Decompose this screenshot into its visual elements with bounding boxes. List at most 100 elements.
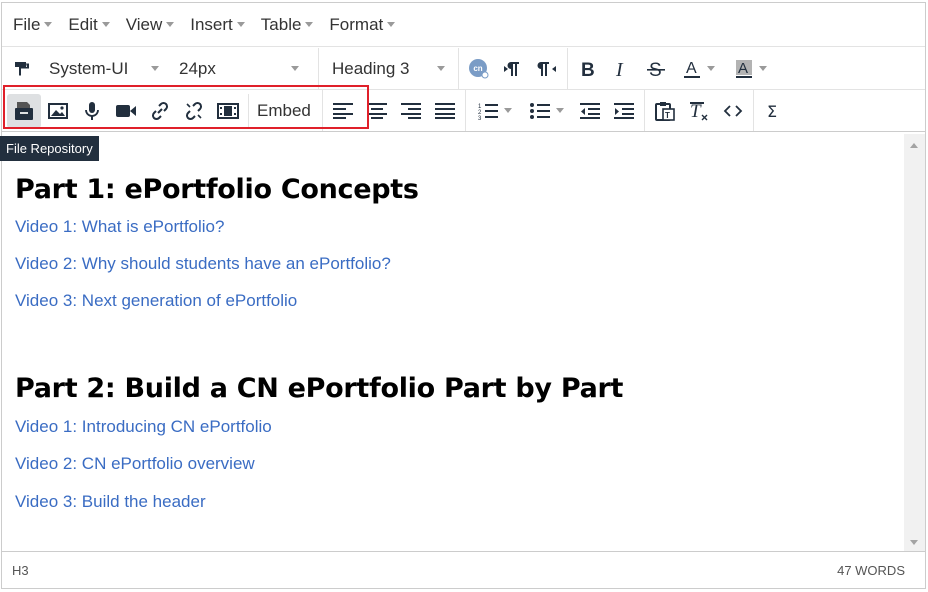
source-code-button[interactable] [716,94,750,128]
insert-media-group: Embed [2,90,323,131]
svg-text:A: A [686,60,697,77]
ltr-button[interactable] [496,52,530,86]
vertical-scrollbar[interactable] [904,134,925,551]
block-format-select[interactable]: Heading 3 [322,52,455,86]
indent-button[interactable] [607,94,641,128]
insert-image-button[interactable] [41,94,75,128]
chevron-down-icon [503,108,512,113]
numbered-list-button[interactable]: 123 [469,94,521,128]
svg-text:T: T [665,111,670,120]
image-icon [48,102,68,119]
video-link[interactable]: Video 3: Build the header [15,492,904,512]
math-group: Σ [754,90,794,131]
align-center-icon [366,102,387,119]
list-group: 123 [466,90,645,131]
align-justify-button[interactable] [428,94,462,128]
direction-group: cn [459,48,568,89]
svg-text:cn: cn [473,64,482,73]
link-icon [151,101,169,120]
italic-button[interactable]: I [605,52,639,86]
format-painter-button[interactable] [5,52,39,86]
right-to-left-icon [537,61,556,76]
menu-view[interactable]: View [118,9,183,41]
unlink-button[interactable] [177,94,211,128]
video-link[interactable]: Video 1: What is ePortfolio? [15,217,904,237]
strikethrough-button[interactable]: S [639,52,673,86]
chevron-down-icon [387,22,396,27]
rtl-button[interactable] [530,52,564,86]
editor-content[interactable]: Part 1: ePortfolio Concepts Video 1: Wha… [2,134,904,551]
numbered-list-icon: 123 [478,103,498,120]
paste-text-button[interactable]: T [648,94,682,128]
italic-icon: I [615,60,624,78]
bold-icon: B [581,60,595,78]
file-repository-button[interactable] [7,93,41,128]
font-family-select[interactable]: System-UI [39,52,169,86]
menu-format-label: Format [329,14,384,34]
svg-text:B: B [581,60,595,78]
insert-video-button[interactable] [109,94,143,128]
svg-text:I: I [615,60,624,78]
unlink-icon [185,101,203,120]
cn-plugin-button[interactable]: cn [462,52,496,86]
chevron-down-icon [236,22,245,27]
clipboard-group: T T [645,90,754,131]
scroll-up-arrow-icon[interactable] [910,143,918,148]
font-size-select[interactable]: 24px [169,52,309,86]
video-link[interactable]: Video 1: Introducing CN ePortfolio [15,417,904,437]
insert-link-button[interactable] [143,94,177,128]
clear-formatting-button[interactable]: T [682,94,716,128]
menu-file-label: File [13,14,41,34]
cn-logo-icon: cn [469,58,489,78]
menu-file[interactable]: File [5,9,60,41]
font-group: System-UI 24px [2,48,319,89]
insert-audio-button[interactable] [75,94,109,128]
align-left-button[interactable] [326,94,360,128]
math-equation-button[interactable]: Σ [757,94,791,128]
menu-insert[interactable]: Insert [182,9,253,41]
code-icon [723,104,743,117]
bullet-list-button[interactable] [521,94,573,128]
film-icon [217,102,239,119]
menu-view-label: View [125,14,163,34]
video-link[interactable]: Video 2: CN ePortfolio overview [15,454,904,474]
menu-edit[interactable]: Edit [60,9,117,41]
outdent-icon [579,102,600,119]
sigma-icon: Σ [767,102,777,120]
toolbar-row-1: System-UI 24px Heading 3 cn B I A A [2,48,925,90]
embed-button[interactable]: Embed [248,93,319,128]
chevron-down-icon [555,108,564,113]
menubar: File Edit View Insert Table Format [2,3,925,47]
insert-media-button[interactable] [211,94,245,128]
menu-table[interactable]: Table [253,9,322,41]
rich-text-editor: File Edit View Insert Table Format Syste… [1,2,926,589]
chevron-down-icon [291,66,299,71]
statusbar: H3 47 WORDS [2,551,925,588]
alignment-group [323,90,466,131]
align-left-icon [332,102,353,119]
scroll-down-arrow-icon[interactable] [910,540,918,545]
svg-text:3: 3 [478,116,482,120]
toolbar-row-2: Embed 123 T T Σ [2,90,925,132]
chevron-down-icon [707,66,715,71]
menu-format[interactable]: Format [321,9,403,41]
video-link[interactable]: Video 3: Next generation of ePortfolio [15,291,904,311]
bold-button[interactable]: B [571,52,605,86]
video-camera-icon [116,104,136,117]
section-heading: Part 1: ePortfolio Concepts [15,174,419,205]
file-repository-icon [15,101,33,120]
word-count[interactable]: 47 WORDS [837,563,905,578]
element-path[interactable]: H3 [12,563,29,578]
background-color-button[interactable]: A [725,52,777,86]
outdent-button[interactable] [573,94,607,128]
block-format-value: Heading 3 [332,58,410,78]
video-link[interactable]: Video 2: Why should students have an ePo… [15,254,904,274]
align-right-button[interactable] [394,94,428,128]
strikethrough-icon: S [647,60,665,78]
text-color-button[interactable]: A [673,52,725,86]
microphone-icon [85,101,99,120]
left-to-right-icon [504,61,519,76]
align-right-icon [400,102,421,119]
block-format-group: Heading 3 [319,48,459,89]
align-center-button[interactable] [360,94,394,128]
